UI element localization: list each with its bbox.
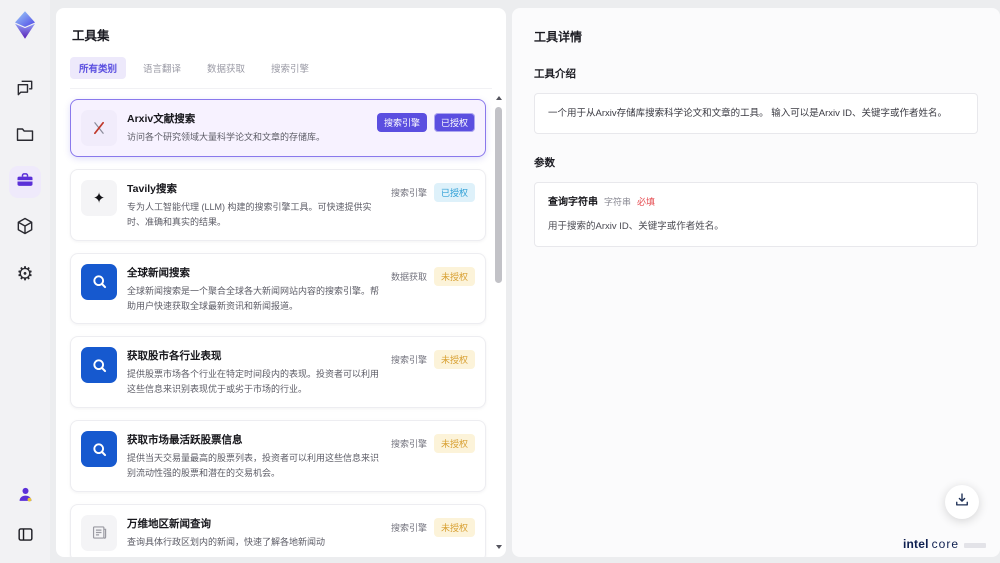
download-icon <box>953 491 971 514</box>
folder-icon <box>15 124 35 149</box>
tool-category-badge: 搜索引擎 <box>390 355 427 366</box>
tool-badges: 搜索引擎 未授权 <box>391 347 475 397</box>
sidebar: ⚙ <box>0 0 50 563</box>
tool-category-badge: 搜索引擎 <box>376 113 427 132</box>
toolbox-icon <box>15 170 35 195</box>
tool-badges: 搜索引擎 未授权 <box>391 431 475 481</box>
chat-icon <box>15 78 35 103</box>
tool-category-badge: 搜索引擎 <box>390 522 427 533</box>
tool-status-badge: 已授权 <box>433 113 475 132</box>
intel-core-logo: intel core <box>903 537 986 551</box>
tool-card-body: 万维地区新闻查询 查询具体行政区划内的新闻，快速了解各地新闻动 <box>127 515 381 551</box>
tool-card[interactable]: ✦ Tavily搜索 专为人工智能代理 (LLM) 构建的搜索引擎工具。可快速提… <box>70 169 486 241</box>
tool-name: 获取股市各行业表现 <box>127 350 222 363</box>
tool-description: 查询具体行政区划内的新闻，快速了解各地新闻动 <box>127 536 326 547</box>
param-description: 用于搜索的Arxiv ID、关键字或作者姓名。 <box>548 221 724 233</box>
tool-category-badge: 搜索引擎 <box>390 439 427 450</box>
tool-card-body: 全球新闻搜索 全球新闻搜索是一个聚合全球各大新闻网站内容的搜索引擎。帮助用户快速… <box>127 264 381 314</box>
tab-data-acquisition[interactable]: 数据获取 <box>198 57 254 79</box>
download-button[interactable] <box>945 485 979 519</box>
tool-status-badge: 未授权 <box>433 434 475 454</box>
tool-description: 提供股票市场各个行业在特定时间段内的表现。投资者可以利用这些信息来识别表现优于或… <box>127 369 380 395</box>
sidebar-item-panel-toggle[interactable] <box>9 521 41 553</box>
intro-heading: 工具介绍 <box>534 68 576 80</box>
page-title: 工具集 <box>72 29 110 43</box>
param-name: 查询字符串 <box>548 197 598 209</box>
tool-card-body: 获取股市各行业表现 提供股票市场各个行业在特定时间段内的表现。投资者可以利用这些… <box>127 347 381 397</box>
tool-description: 访问各个研究领域大量科学论文和文章的存储库。 <box>127 132 326 142</box>
sidebar-item-chat[interactable] <box>9 74 41 106</box>
cube-icon <box>15 216 35 241</box>
sidebar-item-toolbox[interactable] <box>9 166 41 198</box>
tool-description: 全球新闻搜索是一个聚合全球各大新闻网站内容的搜索引擎。帮助用户快速获取全球最新资… <box>127 285 380 311</box>
tool-description: 提供当天交易量最高的股票列表，投资者可以利用这些信息来识别流动性强的股票和潜在的… <box>127 453 380 478</box>
tool-badges: 搜索引擎 已授权 <box>376 110 475 146</box>
tool-card[interactable]: 获取市场最活跃股票信息 提供当天交易量最高的股票列表，投资者可以利用这些信息来识… <box>70 420 486 492</box>
tool-badges: 数据获取 未授权 <box>391 264 475 314</box>
tavily-icon: ✦ <box>81 180 117 216</box>
tool-list: Arxiv文献搜索 访问各个研究领域大量科学论文和文章的存储库。 搜索引擎 已授… <box>56 89 506 557</box>
params-heading: 参数 <box>534 157 555 170</box>
param-type: 字符串 <box>604 197 632 208</box>
intel-core-sub-badge <box>964 543 986 548</box>
tab-all-categories[interactable]: 所有类别 <box>70 57 127 79</box>
tool-card-body: 获取市场最活跃股票信息 提供当天交易量最高的股票列表，投资者可以利用这些信息来识… <box>127 431 381 481</box>
param-head: 查询字符串 字符串 必填 <box>548 195 964 211</box>
tool-status-badge: 未授权 <box>433 350 475 370</box>
sidebar-bottom <box>9 481 41 553</box>
tool-badges: 搜索引擎 未授权 <box>391 515 475 551</box>
tool-status-badge: 已授权 <box>433 183 475 202</box>
scroll-up-icon[interactable] <box>496 96 502 100</box>
tool-card[interactable]: Arxiv文献搜索 访问各个研究领域大量科学论文和文章的存储库。 搜索引擎 已授… <box>70 99 486 157</box>
tool-card[interactable]: 万维地区新闻查询 查询具体行政区划内的新闻，快速了解各地新闻动 搜索引擎 未授权 <box>70 503 486 557</box>
sidebar-item-files[interactable] <box>9 120 41 152</box>
core-logo-text: core <box>931 537 959 551</box>
tool-name: Arxiv文献搜索 <box>127 113 196 125</box>
gear-icon: ⚙ <box>16 263 34 285</box>
newspaper-icon <box>81 514 117 551</box>
blue-search-icon <box>81 347 117 384</box>
tool-card[interactable]: 全球新闻搜索 全球新闻搜索是一个聚合全球各大新闻网站内容的搜索引擎。帮助用户快速… <box>70 252 486 325</box>
tab-language-translation[interactable]: 语言翻译 <box>134 57 190 79</box>
param-required-badge: 必填 <box>637 197 656 208</box>
arxiv-icon <box>81 110 117 146</box>
sidebar-nav: ⚙ <box>9 74 41 290</box>
tool-status-badge: 未授权 <box>433 266 475 286</box>
detail-title: 工具详情 <box>534 30 583 44</box>
sidebar-item-account[interactable] <box>9 481 41 513</box>
category-tabs: 所有类别 语言翻译 数据获取 搜索引擎 <box>70 57 492 89</box>
tool-category-badge: 搜索引擎 <box>390 188 427 198</box>
scroll-down-icon[interactable] <box>496 545 502 549</box>
tool-name: 万维地区新闻查询 <box>127 517 211 530</box>
tools-panel: 工具集 所有类别 语言翻译 数据获取 搜索引擎 Arxiv文献搜索 访问各个研究… <box>56 8 506 557</box>
param-box: 查询字符串 字符串 必填 用于搜索的Arxiv ID、关键字或作者姓名。 <box>534 182 978 248</box>
tool-card-body: Arxiv文献搜索 访问各个研究领域大量科学论文和文章的存储库。 <box>127 110 367 146</box>
user-icon <box>16 485 35 509</box>
tool-category-badge: 数据获取 <box>390 271 427 282</box>
tool-badges: 搜索引擎 已授权 <box>391 180 475 230</box>
tool-name: 获取市场最活跃股票信息 <box>127 434 243 447</box>
tool-name: 全球新闻搜索 <box>127 266 190 279</box>
tab-search-engine[interactable]: 搜索引擎 <box>262 57 318 79</box>
tool-name: Tavily搜索 <box>127 183 177 195</box>
intel-logo-text: intel <box>902 537 929 551</box>
panel-toggle-icon <box>16 525 35 549</box>
sidebar-item-models[interactable] <box>9 212 41 244</box>
intro-box: 一个用于从Arxiv存储库搜索科学论文和文章的工具。 输入可以是Arxiv ID… <box>534 93 978 135</box>
blue-search-icon <box>81 263 117 300</box>
scrollbar-thumb[interactable] <box>495 107 502 283</box>
tool-card-body: Tavily搜索 专为人工智能代理 (LLM) 构建的搜索引擎工具。可快速提供实… <box>127 180 381 230</box>
sidebar-item-settings[interactable]: ⚙ <box>9 258 41 290</box>
tool-description: 专为人工智能代理 (LLM) 构建的搜索引擎工具。可快速提供实时、准确和真实的结… <box>127 202 372 227</box>
app-logo-icon <box>10 10 40 40</box>
tool-card[interactable]: 获取股市各行业表现 提供股票市场各个行业在特定时间段内的表现。投资者可以利用这些… <box>70 336 486 409</box>
scrollbar[interactable] <box>494 94 504 551</box>
blue-search-icon <box>81 431 117 468</box>
tool-status-badge: 未授权 <box>433 517 475 537</box>
tool-detail-panel: 工具详情 工具介绍 一个用于从Arxiv存储库搜索科学论文和文章的工具。 输入可… <box>512 8 1000 557</box>
